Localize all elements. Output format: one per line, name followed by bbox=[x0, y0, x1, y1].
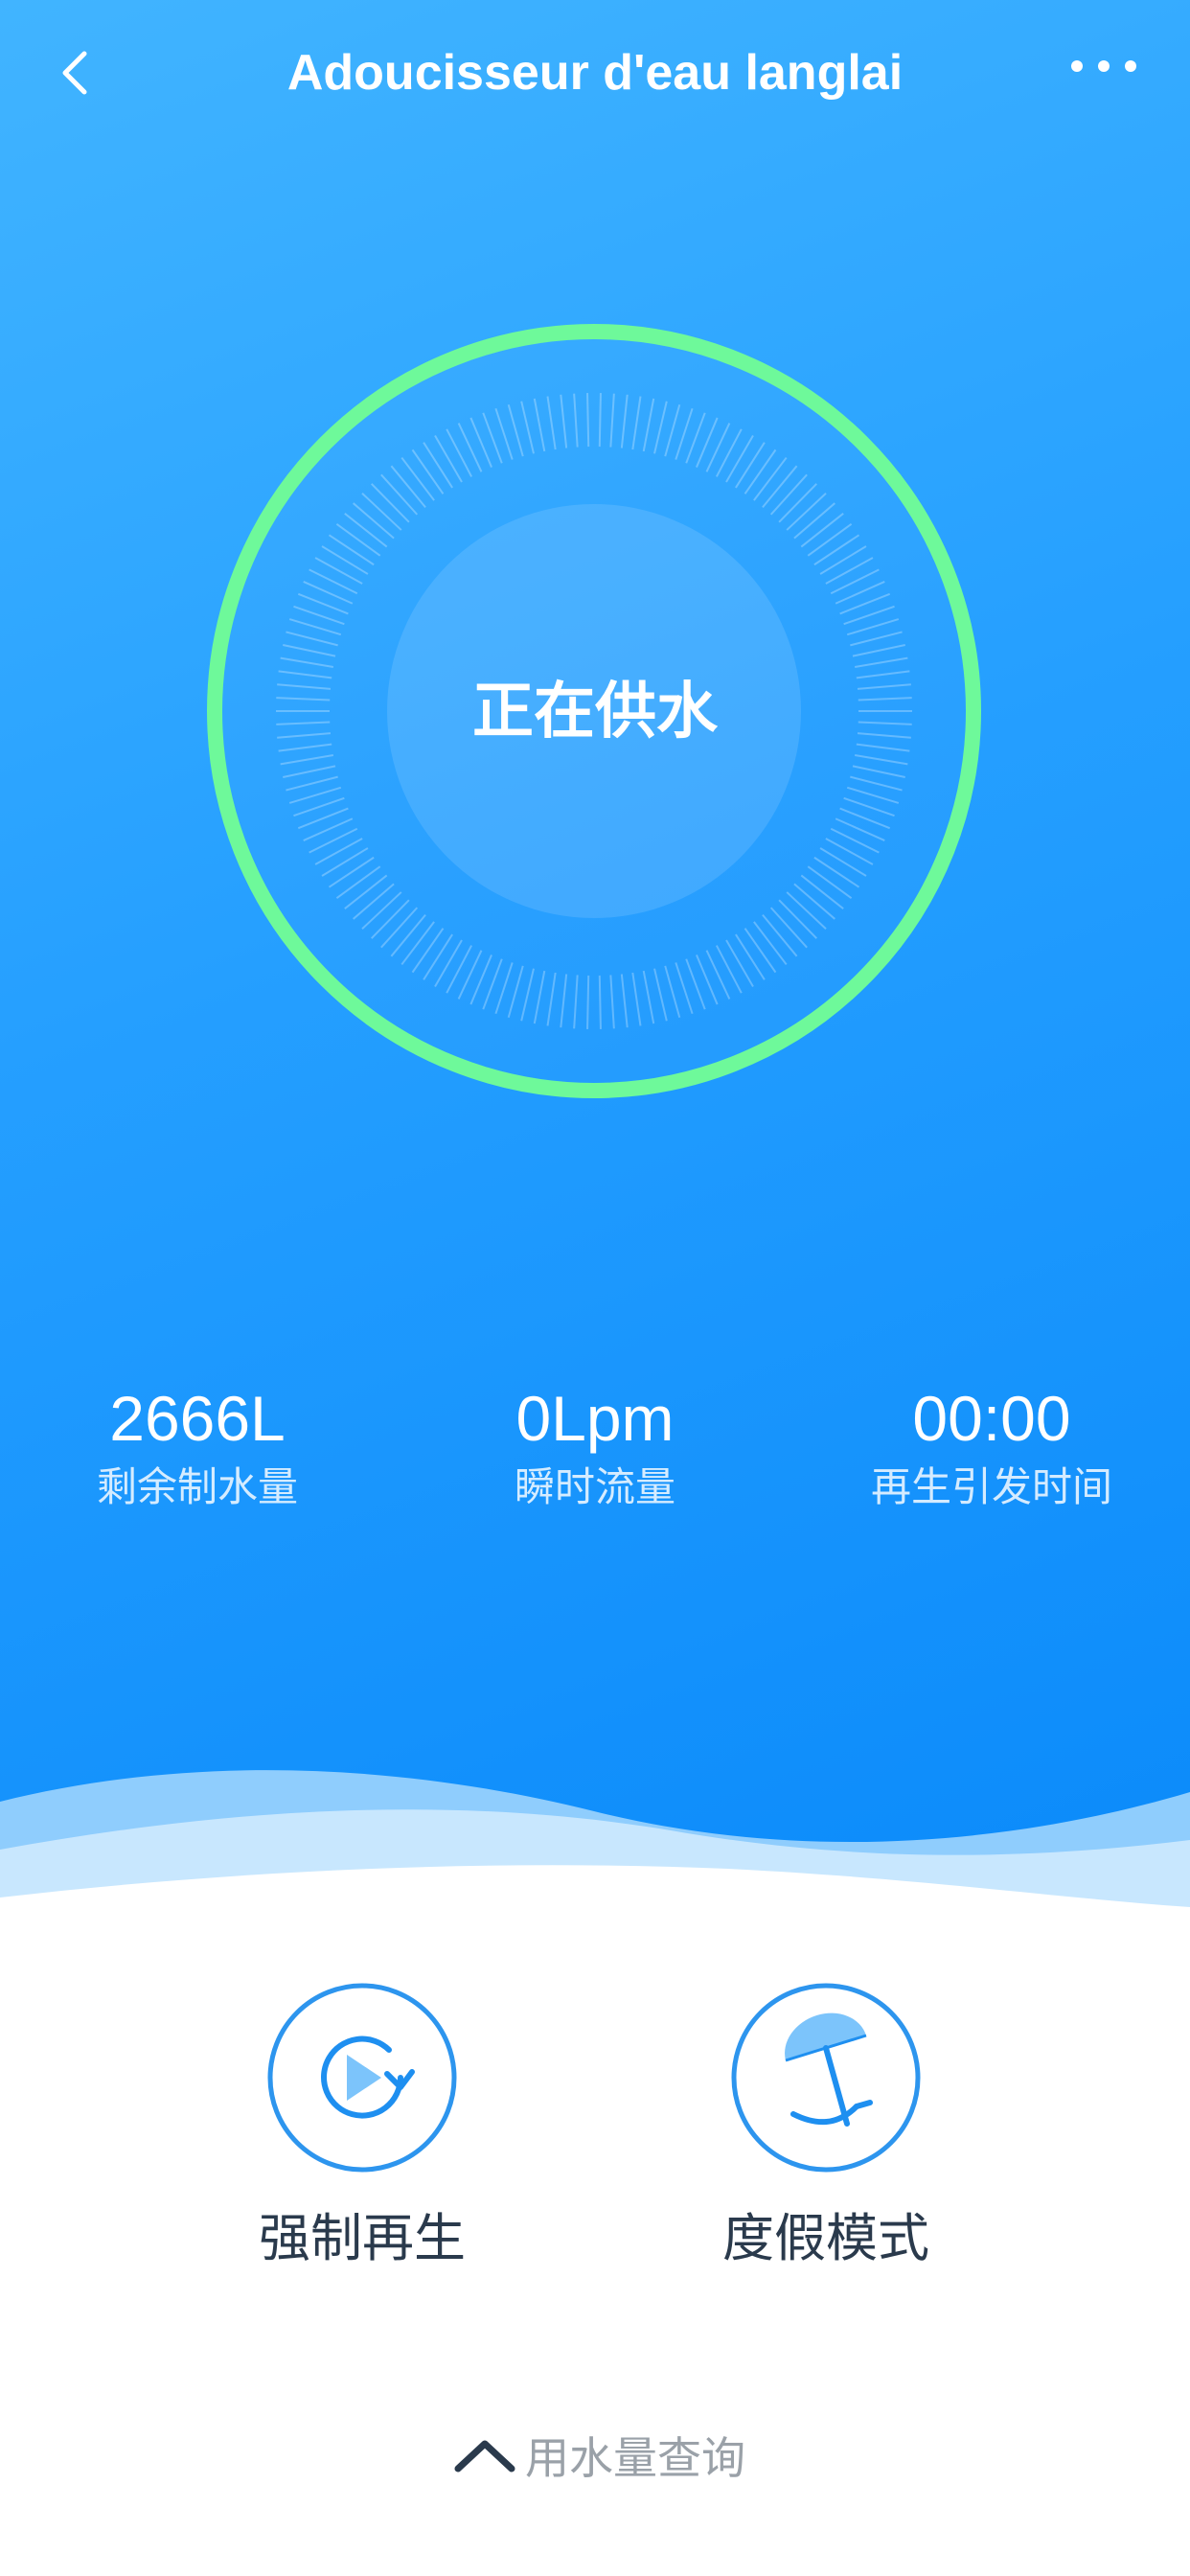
status-text: 正在供水 bbox=[472, 677, 718, 748]
stat-remaining-water: 2666L 剩余制水量 bbox=[6, 1380, 389, 1516]
dial-tick bbox=[586, 393, 590, 448]
dial-tick bbox=[586, 975, 590, 1029]
stat-label: 再生引发时间 bbox=[870, 1463, 1112, 1510]
play-refresh-icon bbox=[267, 1983, 457, 2173]
chevron-left-icon bbox=[62, 51, 87, 95]
chevron-up-icon bbox=[454, 2440, 515, 2472]
page-title: Adoucisseur d'eau langlai bbox=[286, 45, 904, 101]
header-bar: Adoucisseur d'eau langlai bbox=[0, 0, 1190, 146]
stat-value: 2666L bbox=[109, 1383, 286, 1454]
more-horizontal-icon bbox=[1071, 60, 1136, 72]
app-screen: Adoucisseur d'eau langlai 正在供水 2666L 剩余制… bbox=[0, 0, 1190, 2576]
beach-umbrella-icon bbox=[731, 1983, 921, 2173]
stat-label: 剩余制水量 bbox=[96, 1463, 298, 1510]
force-regeneration-label: 强制再生 bbox=[259, 2208, 466, 2268]
stat-regeneration-time: 00:00 再生引发时间 bbox=[800, 1380, 1183, 1516]
dial-tick bbox=[598, 975, 602, 1029]
back-button[interactable] bbox=[48, 34, 105, 111]
wave-decoration bbox=[0, 1770, 1190, 1955]
vacation-mode-button[interactable]: 度假模式 bbox=[682, 1982, 970, 2288]
stat-value: 0Lpm bbox=[515, 1383, 675, 1454]
stat-value: 00:00 bbox=[912, 1383, 1071, 1454]
more-button[interactable] bbox=[1065, 42, 1142, 90]
force-regeneration-button[interactable]: 强制再生 bbox=[218, 1982, 506, 2288]
hero-panel: Adoucisseur d'eau langlai 正在供水 2666L 剩余制… bbox=[0, 0, 1190, 1917]
vacation-mode-label: 度假模式 bbox=[722, 2208, 929, 2268]
water-usage-query-link[interactable]: 用水量查询 bbox=[422, 2425, 805, 2492]
water-usage-query-label: 用水量查询 bbox=[525, 2432, 745, 2484]
stat-instant-flow: 0Lpm 瞬时流量 bbox=[403, 1380, 787, 1516]
stat-label: 瞬时流量 bbox=[514, 1463, 675, 1510]
dial-tick bbox=[598, 393, 602, 448]
